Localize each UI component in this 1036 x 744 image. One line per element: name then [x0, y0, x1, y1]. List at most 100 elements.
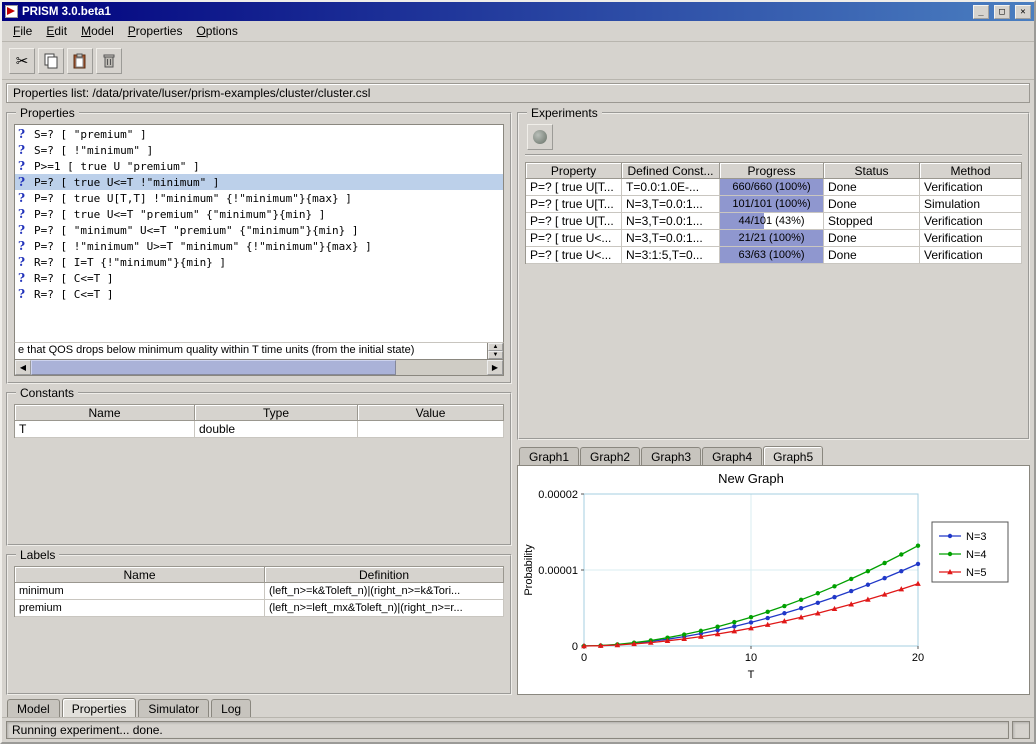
property-row[interactable]: ?P=? [ true U<=T "premium" {"minimum"}{m…	[15, 206, 503, 222]
table-row[interactable]: premium(left_n>=left_mx&Toleft_n)|(right…	[15, 600, 504, 617]
marker	[799, 598, 803, 602]
progress-text: 44/101 (43%)	[720, 215, 823, 227]
paste-button[interactable]	[67, 48, 93, 74]
scroll-up-icon[interactable]: ▲	[488, 343, 503, 351]
experiment-row[interactable]: P=? [ true U[T...N=3,T=0.0:1...44/101 (4…	[526, 213, 1022, 230]
tab-graph4[interactable]: Graph4	[702, 447, 762, 465]
labels-panel-title: Labels	[16, 548, 59, 562]
scroll-down-icon[interactable]: ▼	[488, 351, 503, 359]
column-header[interactable]: Definition	[265, 566, 504, 583]
cut-button[interactable]: ✂	[9, 48, 35, 74]
table-cell: P=? [ true U[T...	[526, 213, 622, 230]
scroll-right-icon[interactable]: ▶	[487, 360, 503, 375]
column-header[interactable]: Property	[526, 162, 622, 179]
maximize-button[interactable]: □	[994, 5, 1010, 19]
graph-canvas: 0102000.000010.00002New GraphTProbabilit…	[520, 468, 1020, 694]
copy-icon	[43, 53, 59, 69]
tab-graph5[interactable]: Graph5	[763, 446, 823, 465]
hscroll-thumb[interactable]	[31, 360, 396, 375]
column-header[interactable]: Name	[15, 404, 195, 421]
property-text: R=? [ C<=T ]	[34, 288, 113, 301]
marker	[849, 589, 853, 593]
column-header[interactable]: Defined Const...	[622, 162, 720, 179]
hscroll-track[interactable]	[31, 360, 487, 375]
property-row[interactable]: ?R=? [ I=T {!"minimum"}{min} ]	[15, 254, 503, 270]
y-tick-label: 0	[572, 641, 578, 653]
menu-options[interactable]: Options	[189, 22, 244, 40]
table-cell: T=0.0:1.0E-...	[622, 179, 720, 196]
progress-bar: 660/660 (100%)	[720, 179, 824, 196]
toolbar: ✂	[2, 42, 1034, 80]
table-cell: (left_n>=k&Toleft_n)|(right_n>=k&Tori...	[265, 583, 504, 600]
marker	[882, 561, 886, 565]
comment-scrollbar[interactable]: ▲ ▼	[487, 343, 503, 359]
constants-panel: Constants NameTypeValueTdouble	[6, 392, 512, 546]
properties-hscrollbar[interactable]: ◀ ▶	[14, 360, 504, 376]
table-row[interactable]: Tdouble	[15, 421, 504, 438]
x-tick-label: 0	[581, 652, 587, 664]
property-row[interactable]: ?S=? [ !"minimum" ]	[15, 142, 503, 158]
property-row[interactable]: ?P=? [ true U<=T !"minimum" ]	[15, 174, 503, 190]
stop-experiment-button[interactable]	[527, 124, 553, 150]
property-text: R=? [ I=T {!"minimum"}{min} ]	[34, 256, 226, 269]
table-cell: T	[15, 421, 195, 438]
question-icon: ?	[18, 223, 29, 237]
property-row[interactable]: ?S=? [ "premium" ]	[15, 126, 503, 142]
app-icon	[5, 5, 18, 18]
experiment-row[interactable]: P=? [ true U[T...N=3,T=0.0:1...101/101 (…	[526, 196, 1022, 213]
column-header[interactable]: Type	[195, 404, 358, 421]
table-cell: P=? [ true U[T...	[526, 196, 622, 213]
left-column: Properties ?S=? [ "premium" ]?S=? [ !"mi…	[6, 106, 512, 695]
property-row[interactable]: ?R=? [ C<=T ]	[15, 286, 503, 302]
question-icon: ?	[18, 127, 29, 141]
tab-properties[interactable]: Properties	[62, 698, 137, 717]
titlebar[interactable]: PRISM 3.0.beta1 _ □ ✕	[2, 2, 1034, 21]
menu-properties[interactable]: Properties	[121, 22, 190, 40]
marker	[849, 577, 853, 581]
marker	[866, 569, 870, 573]
tab-graph1[interactable]: Graph1	[519, 447, 579, 465]
column-header[interactable]: Method	[920, 162, 1022, 179]
tab-log[interactable]: Log	[211, 699, 251, 717]
table-cell: minimum	[15, 583, 265, 600]
main-area: Properties ?S=? [ "premium" ]?S=? [ !"mi…	[2, 104, 1034, 697]
property-text: P=? [ true U<=T !"minimum" ]	[34, 176, 219, 189]
experiment-row[interactable]: P=? [ true U<...N=3:1:5,T=0...63/63 (100…	[526, 247, 1022, 264]
property-row[interactable]: ?P=? [ "minimum" U<=T "premium" {"minimu…	[15, 222, 503, 238]
menu-edit[interactable]: Edit	[39, 22, 74, 40]
tab-simulator[interactable]: Simulator	[138, 699, 209, 717]
progress-bar: 21/21 (100%)	[720, 230, 824, 247]
experiment-row[interactable]: P=? [ true U<...N=3,T=0.0:1...21/21 (100…	[526, 230, 1022, 247]
labels-panel: Labels NameDefinitionminimum(left_n>=k&T…	[6, 554, 512, 695]
table-row[interactable]: minimum(left_n>=k&Toleft_n)|(right_n>=k&…	[15, 583, 504, 600]
trash-icon	[101, 53, 117, 69]
property-row[interactable]: ?R=? [ C<=T ]	[15, 270, 503, 286]
method-cell: Verification	[920, 230, 1022, 247]
tab-graph3[interactable]: Graph3	[641, 447, 701, 465]
property-text: S=? [ !"minimum" ]	[34, 144, 153, 157]
table-cell: N=3:1:5,T=0...	[622, 247, 720, 264]
resize-grip[interactable]	[1012, 721, 1030, 739]
main-tabs: ModelPropertiesSimulatorLog	[2, 697, 1034, 718]
close-button[interactable]: ✕	[1015, 5, 1031, 19]
property-row[interactable]: ?P=? [ !"minimum" U>=T "minimum" {!"mini…	[15, 238, 503, 254]
menu-model[interactable]: Model	[74, 22, 121, 40]
scroll-left-icon[interactable]: ◀	[15, 360, 31, 375]
property-row[interactable]: ?P=? [ true U[T,T] !"minimum" {!"minimum…	[15, 190, 503, 206]
tab-graph2[interactable]: Graph2	[580, 447, 640, 465]
marker	[832, 584, 836, 588]
properties-list[interactable]: ?S=? [ "premium" ]?S=? [ !"minimum" ]?P>…	[14, 124, 504, 342]
minimize-button[interactable]: _	[973, 5, 989, 19]
column-header[interactable]: Progress	[720, 162, 824, 179]
table-cell: (left_n>=left_mx&Toleft_n)|(right_n>=r..…	[265, 600, 504, 617]
property-row[interactable]: ?P>=1 [ true U "premium" ]	[15, 158, 503, 174]
menubar: FileEditModelPropertiesOptions	[2, 21, 1034, 42]
copy-button[interactable]	[38, 48, 64, 74]
tab-model[interactable]: Model	[7, 699, 60, 717]
column-header[interactable]: Status	[824, 162, 920, 179]
experiment-row[interactable]: P=? [ true U[T...T=0.0:1.0E-...660/660 (…	[526, 179, 1022, 196]
column-header[interactable]: Name	[15, 566, 265, 583]
column-header[interactable]: Value	[358, 404, 504, 421]
menu-file[interactable]: File	[6, 22, 39, 40]
delete-button[interactable]	[96, 48, 122, 74]
